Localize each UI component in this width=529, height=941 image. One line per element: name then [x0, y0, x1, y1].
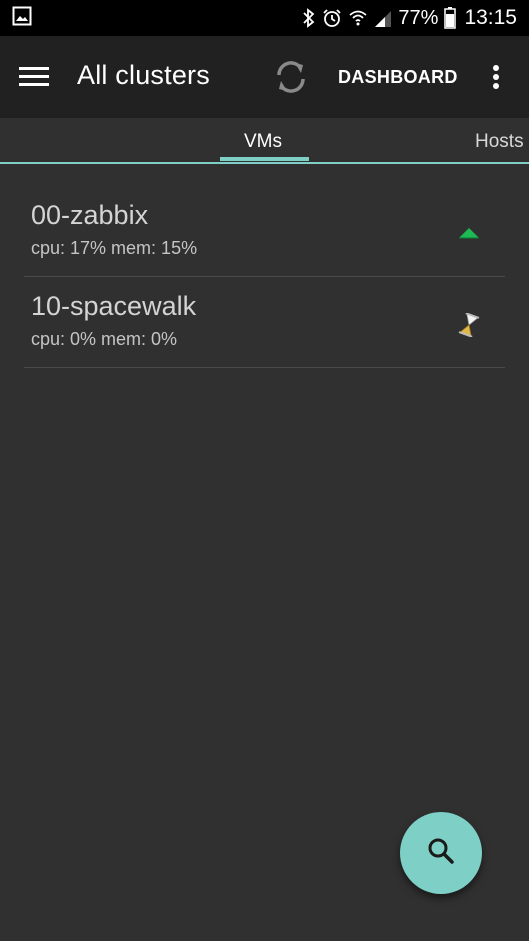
- vm-stats: cpu: 17% mem: 15%: [31, 238, 198, 258]
- search-icon: [427, 837, 455, 870]
- status-up-icon: [457, 222, 481, 246]
- hourglass-icon: [457, 312, 481, 338]
- app-screen: 77% 13:15 All clusters DASHBOARD VMs Hos…: [0, 0, 529, 941]
- menu-icon: [19, 67, 51, 96]
- wifi-icon: [348, 8, 368, 28]
- signal-icon: [374, 8, 392, 28]
- status-bar: 77% 13:15: [0, 0, 529, 36]
- app-bar: All clusters DASHBOARD: [0, 36, 529, 118]
- overflow-menu-icon: [484, 65, 508, 97]
- refresh-button[interactable]: [271, 57, 311, 97]
- clock: 13:15: [464, 6, 517, 29]
- vm-name: 10-spacewalk: [31, 291, 197, 321]
- alarm-icon: [322, 8, 342, 28]
- list-item[interactable]: 10-spacewalk cpu: 0% mem: 0%: [24, 277, 505, 368]
- battery-percent: 77%: [398, 6, 439, 29]
- refresh-icon: [271, 61, 311, 101]
- gallery-icon: [12, 6, 32, 31]
- menu-button[interactable]: [19, 62, 51, 92]
- tab-bar: VMs Hosts: [0, 118, 529, 164]
- bluetooth-icon: [302, 8, 316, 28]
- vm-name: 00-zabbix: [31, 200, 149, 230]
- tab-hosts[interactable]: Hosts: [475, 131, 524, 153]
- search-fab[interactable]: [400, 812, 482, 894]
- dashboard-button[interactable]: DASHBOARD: [338, 67, 458, 88]
- list-item[interactable]: 00-zabbix cpu: 17% mem: 15%: [24, 186, 505, 277]
- overflow-menu-button[interactable]: [484, 63, 508, 93]
- tab-indicator: [220, 157, 309, 161]
- page-title: All clusters: [77, 60, 210, 90]
- status-bar-left: [12, 6, 32, 31]
- tab-vms[interactable]: VMs: [244, 131, 282, 153]
- vm-stats: cpu: 0% mem: 0%: [31, 329, 178, 349]
- status-bar-right: 77% 13:15: [302, 6, 517, 30]
- vm-list: 00-zabbix cpu: 17% mem: 15% 10-spacewalk…: [24, 186, 505, 368]
- battery-icon: [444, 7, 457, 29]
